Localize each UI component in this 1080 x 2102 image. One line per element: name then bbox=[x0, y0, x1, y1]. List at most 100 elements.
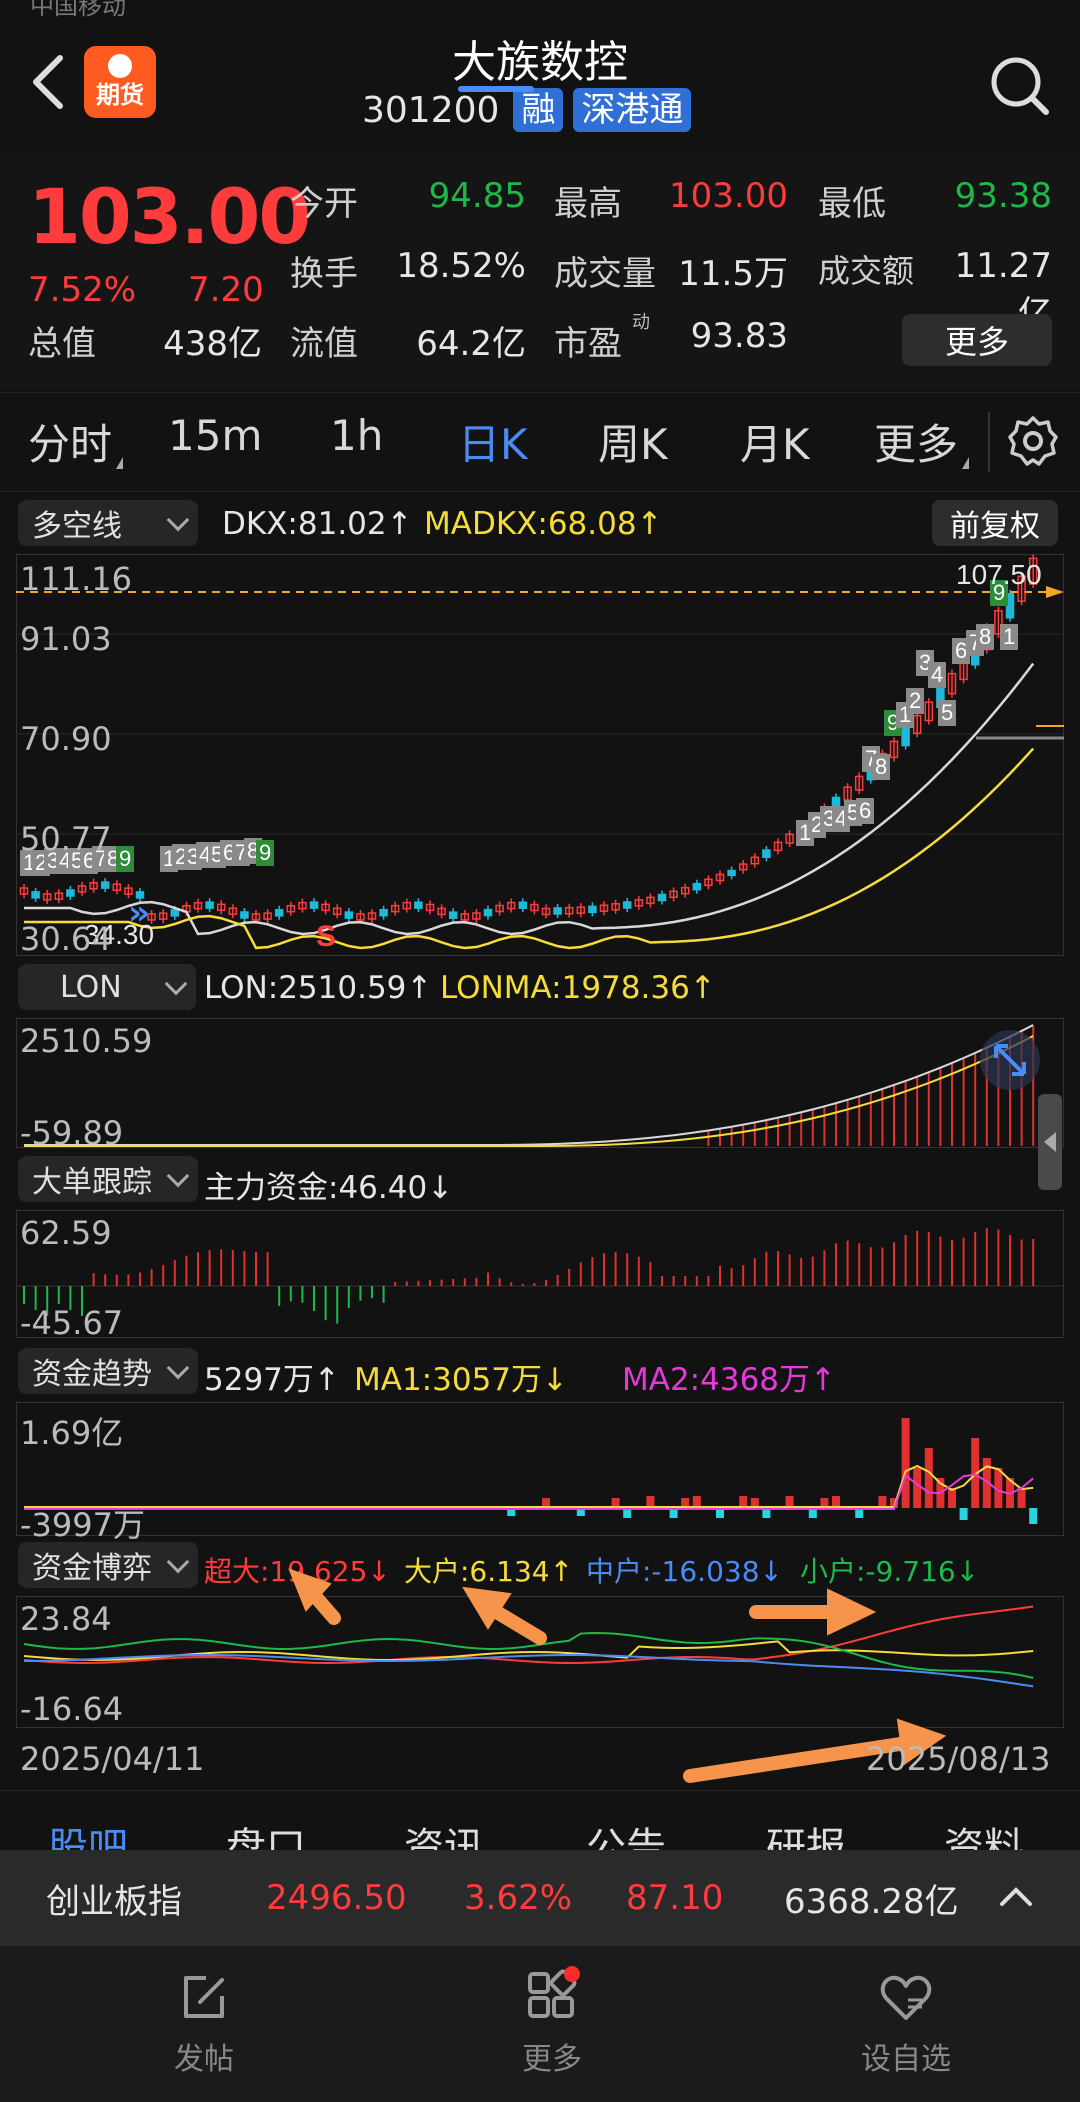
td-count-text: 8 bbox=[875, 754, 887, 779]
gear-icon[interactable] bbox=[1006, 414, 1060, 468]
tab-daily-k[interactable]: 日K bbox=[458, 411, 528, 472]
candle-body bbox=[100, 881, 110, 889]
side-drawer-handle[interactable] bbox=[1038, 1094, 1062, 1190]
kline-high-label: 107.50 bbox=[956, 559, 1042, 590]
lon-axis-top: 2510.59 bbox=[20, 1022, 153, 1060]
tab-more-dropdown-icon bbox=[962, 457, 969, 469]
kline-indicator-select[interactable]: 多空线 bbox=[18, 500, 198, 546]
fundtrend-bar bbox=[913, 1468, 922, 1508]
candle-body bbox=[170, 909, 180, 917]
fundgame-legend-super: 超大:19.625↓ bbox=[204, 1555, 391, 1588]
content-tabs: 股吧 盘口 资讯 公告 研报 资料 bbox=[0, 1790, 1080, 1850]
date-end: 2025/08/13 bbox=[866, 1740, 1051, 1778]
fundgame-indicator-select[interactable]: 资金博弈 bbox=[18, 1542, 198, 1588]
tab-monthly-k[interactable]: 月K bbox=[740, 411, 810, 472]
fundtrend-legend-value: 5297万↑ bbox=[204, 1362, 340, 1398]
fundtrend-bar bbox=[901, 1418, 910, 1508]
candle-body bbox=[448, 911, 458, 919]
td-count-marks: 1 2 3 4 5 6 7 8 9 1 2 3 4 5 6 7 8 91 2 3 4 5 6789 123 456 7891 bbox=[20, 580, 1018, 876]
kline-axis-2: 91.03 bbox=[20, 620, 112, 658]
amount-label: 成交额 bbox=[818, 252, 915, 290]
td-count-text: 6 bbox=[859, 798, 871, 823]
market-cap-label: 总值 bbox=[28, 324, 96, 364]
chevron-left-icon bbox=[1044, 1132, 1056, 1152]
td-count-text: 9 bbox=[119, 846, 131, 871]
fundtrend-bar bbox=[1017, 1488, 1026, 1508]
fundgame-legend-medium: 中户:-16.038↓ bbox=[586, 1555, 783, 1588]
subtab-forum[interactable]: 股吧 bbox=[48, 1815, 128, 1850]
open-value: 94.85 bbox=[428, 176, 526, 216]
float-cap-value: 64.2亿 bbox=[416, 324, 526, 364]
tab-weekly-k[interactable]: 周K bbox=[598, 411, 668, 472]
volume-value: 11.5万 bbox=[678, 254, 788, 294]
nav-more[interactable]: 更多 bbox=[482, 1966, 622, 2078]
index-name: 创业板指 bbox=[46, 1881, 182, 1922]
fundtrend-axis-top: 1.69亿 bbox=[20, 1414, 124, 1452]
lon-legend-lon: LON:2510.59↑ bbox=[204, 970, 433, 1006]
index-amount: 6368.28亿 bbox=[784, 1881, 959, 1922]
index-ticker-bar[interactable]: 创业板指 2496.50 3.62% 87.10 6368.28亿 bbox=[0, 1850, 1080, 1946]
margin-tag: 融 bbox=[513, 88, 564, 132]
tab-divider bbox=[988, 412, 990, 472]
kline-chart: 1 2 3 4 5 6 7 8 9 1 2 3 4 5 6 7 8 91 2 3 4 5 6789 123 456 7891 S … bbox=[16, 554, 1064, 953]
lon-indicator-label: LON bbox=[60, 969, 122, 1005]
kline-axis-1: 111.16 bbox=[20, 560, 132, 598]
candle-body bbox=[240, 911, 249, 919]
adjust-mode-button[interactable]: 前复权 bbox=[932, 500, 1058, 546]
lon-indicator-select[interactable]: LON bbox=[18, 964, 196, 1010]
volume-label: 成交量 bbox=[554, 254, 656, 294]
subtab-research[interactable]: 研报 bbox=[766, 1815, 846, 1850]
edit-icon bbox=[184, 1976, 224, 2018]
candle-body bbox=[588, 905, 597, 914]
chevron-down-icon bbox=[166, 1164, 190, 1188]
tab-intraday[interactable]: 分时 bbox=[28, 411, 112, 472]
candle-body bbox=[379, 908, 388, 917]
bigorder-indicator-select[interactable]: 大单跟踪 bbox=[18, 1156, 198, 1202]
fundtrend-bar bbox=[1029, 1508, 1038, 1524]
fundtrend-bar bbox=[948, 1488, 956, 1508]
nav-post-label: 发帖 bbox=[174, 2042, 234, 2077]
fundgame-axis-bottom: -16.64 bbox=[20, 1690, 124, 1728]
fundgame-medium-line bbox=[23, 1654, 1034, 1688]
pe-value: 93.83 bbox=[690, 316, 788, 356]
tab-15m[interactable]: 15m bbox=[168, 411, 262, 460]
kline-axis-4: 50.77 bbox=[20, 820, 112, 858]
dkx-line bbox=[24, 662, 1035, 936]
tab-1h[interactable]: 1h bbox=[330, 411, 383, 460]
td-count-text: 5 bbox=[941, 700, 953, 725]
tab-more[interactable]: 更多 bbox=[874, 411, 958, 472]
subtab-orderbook[interactable]: 盘口 bbox=[226, 1815, 306, 1850]
pe-label: 市盈 bbox=[554, 324, 622, 364]
bigorder-indicator-label: 大单跟踪 bbox=[32, 1165, 152, 1200]
subtab-profile[interactable]: 资料 bbox=[944, 1815, 1024, 1850]
fundtrend-indicator-select[interactable]: 资金趋势 bbox=[18, 1348, 198, 1394]
float-cap-label: 流值 bbox=[290, 324, 358, 364]
market-cap-value: 438亿 bbox=[163, 324, 262, 364]
subtab-announcements[interactable]: 公告 bbox=[586, 1815, 666, 1850]
stock-code: 301200 bbox=[362, 89, 500, 131]
index-percent: 3.62% bbox=[464, 1878, 573, 1918]
subtab-news[interactable]: 资讯 bbox=[404, 1815, 484, 1850]
td-count-text: 9 bbox=[259, 840, 271, 865]
candle-body bbox=[762, 849, 771, 859]
search-icon[interactable] bbox=[988, 54, 1052, 118]
candle-body bbox=[66, 889, 75, 897]
candle-body bbox=[483, 908, 493, 917]
last-price-marker-icon bbox=[1046, 586, 1064, 598]
nav-add-watchlist[interactable]: 设自选 bbox=[836, 1970, 976, 2078]
bigorder-axis-bottom: -45.67 bbox=[20, 1304, 124, 1342]
nav-post[interactable]: 发帖 bbox=[134, 1970, 274, 2078]
bigorder-axis-top: 62.59 bbox=[20, 1214, 112, 1252]
change-percent: 7.52% bbox=[28, 270, 137, 310]
notification-dot bbox=[564, 1966, 580, 1982]
more-quote-button[interactable]: 更多 bbox=[902, 314, 1052, 366]
candle-body bbox=[309, 901, 319, 909]
kline-legend-dkx: DKX:81.02↑ bbox=[222, 506, 413, 542]
fundgame-indicator-label: 资金博弈 bbox=[32, 1551, 152, 1586]
candle-body bbox=[205, 901, 214, 909]
candle-body bbox=[657, 893, 667, 902]
fundgame-legend-small: 小户:-9.716↓ bbox=[800, 1555, 980, 1588]
chevron-up-icon[interactable] bbox=[998, 1884, 1034, 1908]
kline-axis-3: 70.90 bbox=[20, 720, 112, 758]
chevron-down-icon bbox=[166, 1356, 190, 1380]
